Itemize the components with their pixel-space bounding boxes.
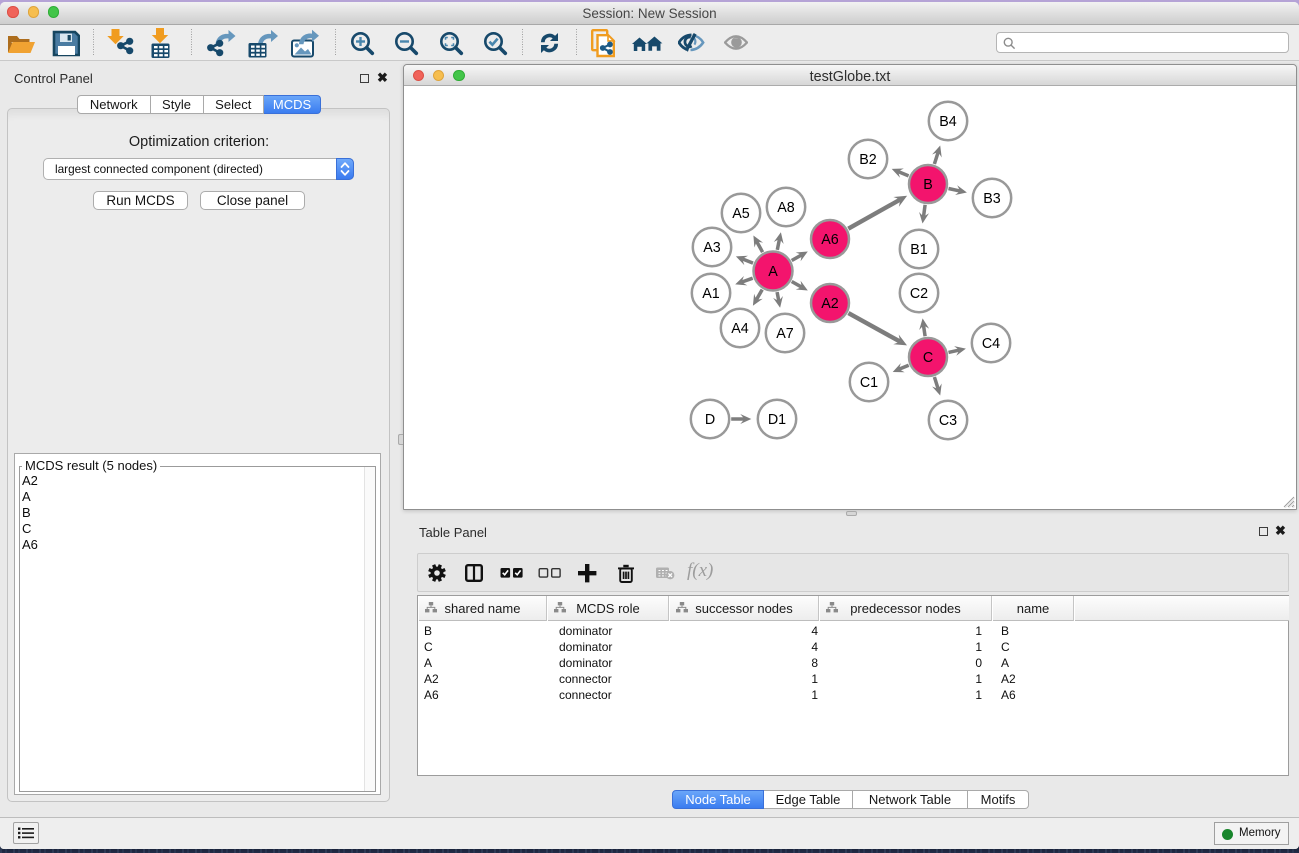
svg-text:A4: A4 bbox=[731, 321, 749, 337]
svg-text:A1: A1 bbox=[702, 286, 720, 302]
svg-text:B1: B1 bbox=[910, 242, 928, 258]
svg-text:A3: A3 bbox=[703, 240, 721, 256]
svg-text:D1: D1 bbox=[768, 412, 786, 428]
svg-text:B3: B3 bbox=[983, 191, 1001, 207]
svg-text:A7: A7 bbox=[776, 326, 794, 342]
svg-text:B2: B2 bbox=[859, 152, 877, 168]
svg-text:B: B bbox=[923, 177, 933, 193]
svg-text:A2: A2 bbox=[821, 296, 839, 312]
svg-text:A8: A8 bbox=[777, 200, 795, 216]
svg-text:C: C bbox=[923, 350, 933, 366]
svg-text:A6: A6 bbox=[821, 232, 839, 248]
svg-text:D: D bbox=[705, 412, 715, 428]
svg-text:C2: C2 bbox=[910, 286, 928, 302]
svg-text:A: A bbox=[768, 264, 778, 280]
svg-text:C1: C1 bbox=[860, 375, 878, 391]
svg-text:C4: C4 bbox=[982, 336, 1000, 352]
svg-text:C3: C3 bbox=[939, 413, 957, 429]
svg-text:B4: B4 bbox=[939, 114, 957, 130]
svg-text:A5: A5 bbox=[732, 206, 750, 222]
